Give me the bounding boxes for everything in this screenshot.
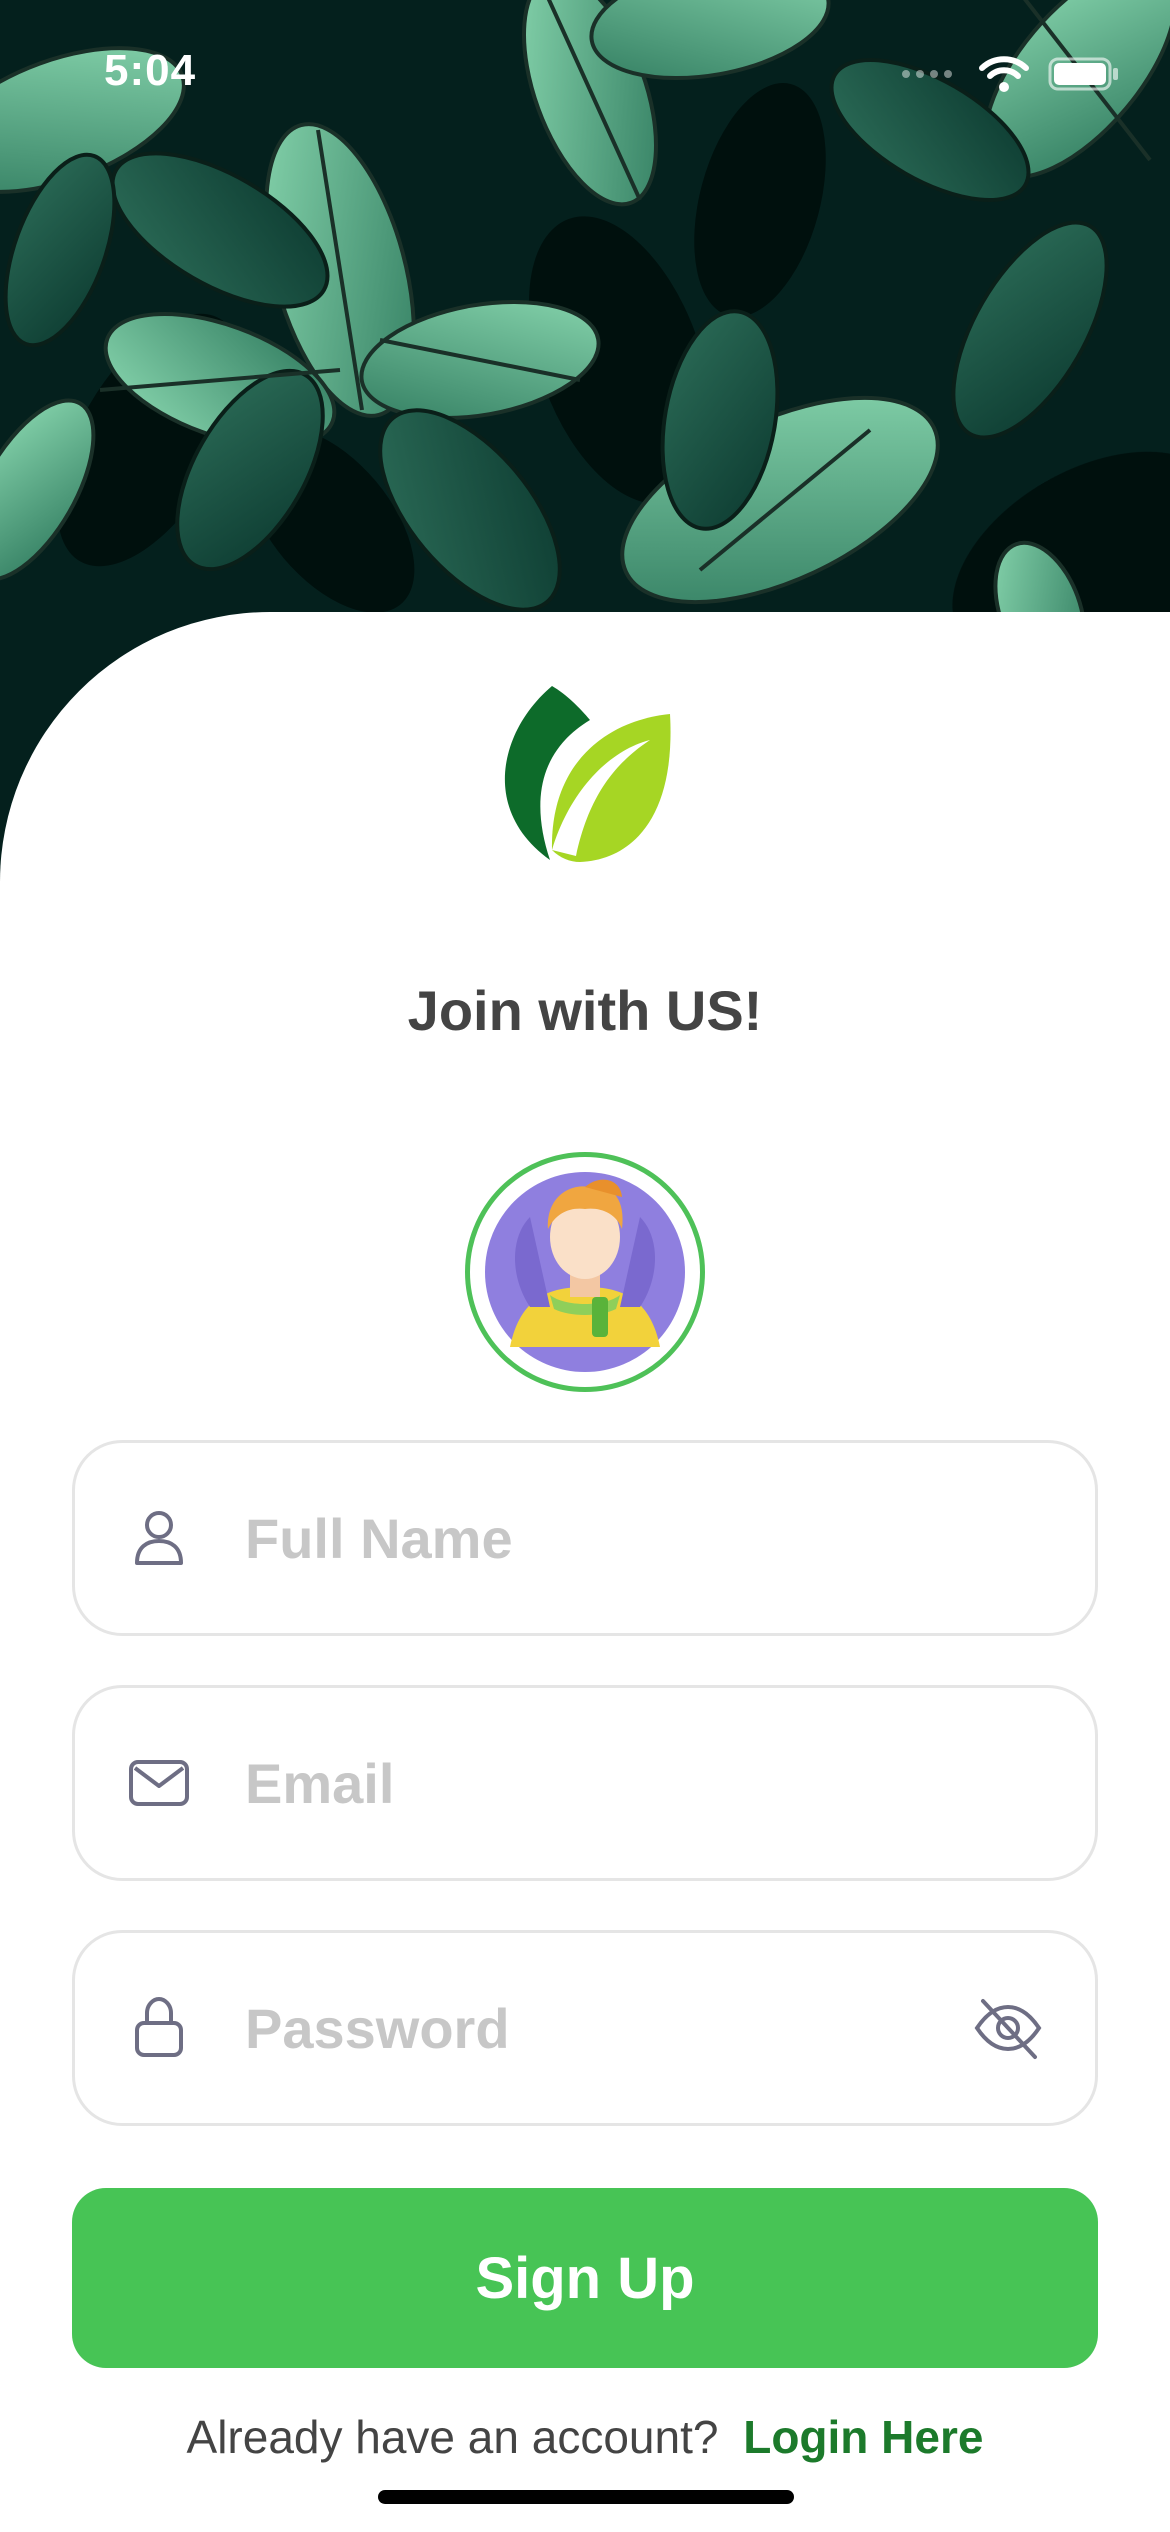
sign-up-button[interactable]: Sign Up (72, 2188, 1098, 2368)
person-avatar-icon (485, 1172, 685, 1372)
person-icon (127, 1505, 191, 1569)
leaf-logo-icon (490, 680, 680, 870)
status-icons (900, 54, 1120, 99)
login-prompt: Already have an account? Login Here (0, 2410, 1170, 2464)
full-name-field[interactable] (72, 1440, 1098, 1636)
battery-icon (1048, 56, 1120, 97)
password-input[interactable] (245, 1973, 985, 2083)
login-prompt-text: Already have an account? (186, 2411, 719, 2463)
login-here-link[interactable]: Login Here (743, 2411, 983, 2463)
wifi-icon (978, 54, 1030, 99)
home-indicator[interactable] (378, 2490, 794, 2504)
lock-icon (127, 1995, 191, 2059)
full-name-input[interactable] (245, 1483, 985, 1593)
mail-icon (127, 1750, 191, 1814)
email-field[interactable] (72, 1685, 1098, 1881)
eye-off-icon[interactable] (973, 1995, 1043, 2061)
email-input[interactable] (245, 1728, 985, 1838)
status-time: 5:04 (104, 46, 197, 95)
avatar[interactable] (465, 1152, 705, 1392)
status-bar: 5:04 (0, 0, 1170, 150)
page-title: Join with US! (407, 979, 763, 1042)
signal-icon (900, 64, 960, 89)
password-field[interactable] (72, 1930, 1098, 2126)
